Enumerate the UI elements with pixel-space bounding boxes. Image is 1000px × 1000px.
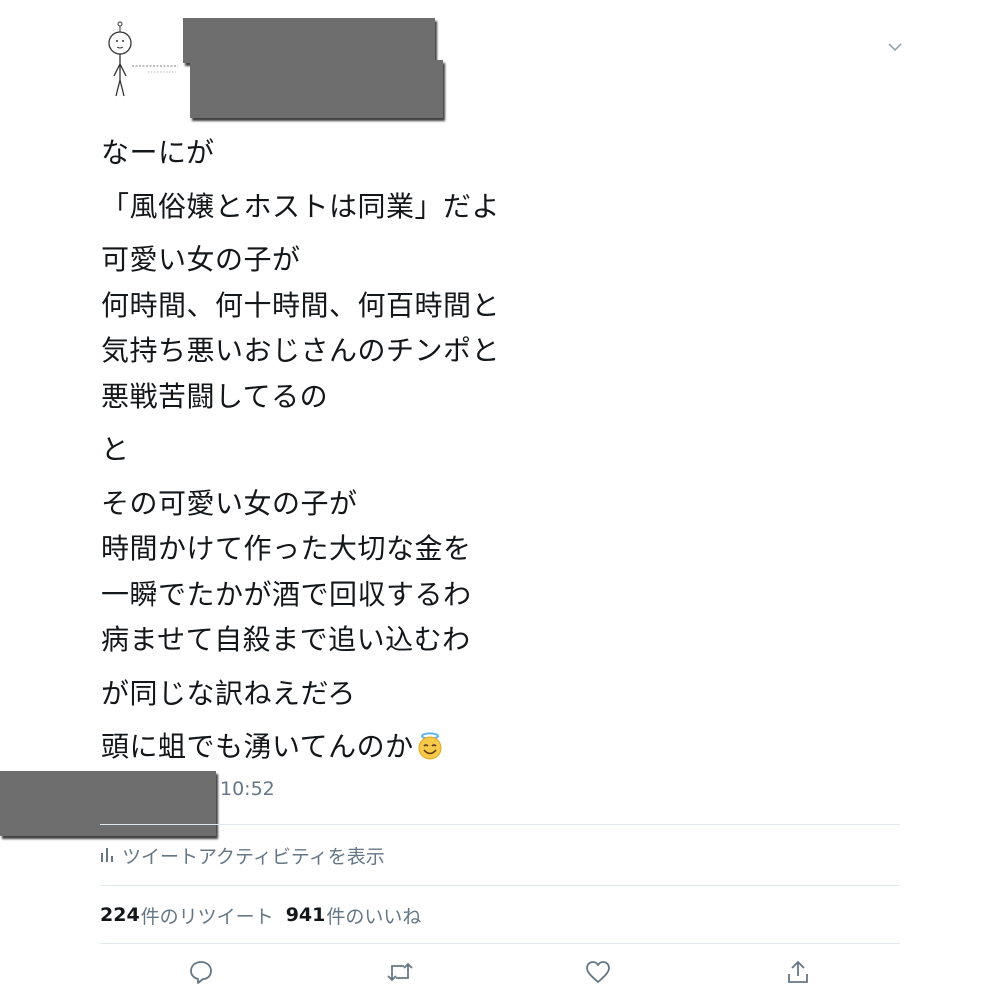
tweet-line-last: 頭に蛆でも湧いてんのか: [101, 724, 901, 770]
tweet-line: 気持ち悪いおじさんのチンポと: [101, 334, 501, 367]
reply-icon: [190, 961, 212, 984]
divider: [100, 824, 900, 825]
retweet-count[interactable]: 224: [100, 904, 140, 926]
tweet-line: 一瞬でたかが酒で回収するわ: [101, 577, 472, 611]
tweet-line: なーにが: [101, 136, 215, 169]
redacted-display-name: [183, 18, 435, 63]
tweet-line: 「風俗嬢とホストは同業」だよ: [101, 189, 501, 223]
retweet-button[interactable]: [386, 958, 414, 986]
divider: [100, 885, 900, 886]
retweet-icon: [387, 962, 413, 982]
tweet-activity-link[interactable]: ツイートアクティビティを表示: [100, 840, 385, 870]
chevron-down-icon[interactable]: [887, 38, 903, 52]
tweet-line: 時間かけて作った大切な金を: [101, 532, 472, 565]
tweet-text: なーにが 「風俗嬢とホストは同業」だよ 可愛い女の子が 何時間、何十時間、何百時…: [101, 130, 901, 778]
heart-icon: [586, 961, 610, 983]
analytics-icon: [101, 848, 113, 862]
engagement-stats: 224 件のリツイート 941 件のいいね: [100, 900, 421, 930]
reply-button[interactable]: [187, 958, 215, 986]
tweet-line: 可愛い女の子が: [101, 243, 301, 276]
tweet-activity-label: ツイートアクティビティを表示: [122, 845, 385, 868]
tweet-line: 病ませて自殺まで追い込むわ: [101, 623, 471, 656]
like-count[interactable]: 941: [286, 904, 326, 926]
divider: [100, 943, 900, 944]
tweet-paragraph: が同じな訳ねえだろ: [101, 671, 901, 717]
tweet-paragraph: と: [101, 427, 901, 473]
tweet-line: と: [101, 433, 130, 466]
redacted-date: [0, 771, 216, 836]
retweet-label[interactable]: 件のリツイート: [141, 902, 274, 929]
share-button[interactable]: [784, 958, 812, 986]
tweet-paragraph: その可愛い女の子が 時間かけて作った大切な金を 一瞬でたかが酒で回収するわ 病ま…: [101, 481, 901, 663]
tweet-detail: なーにが 「風俗嬢とホストは同業」だよ 可愛い女の子が 何時間、何十時間、何百時…: [0, 0, 1000, 1000]
tweet-line: 何時間、何十時間、何百時間と: [101, 288, 501, 322]
tweet-paragraph: 頭に蛆でも湧いてんのか: [101, 724, 901, 770]
share-icon: [788, 960, 808, 983]
like-label[interactable]: 件のいいね: [326, 902, 421, 929]
tweet-paragraph: 「風俗嬢とホストは同業」だよ: [101, 184, 901, 230]
tweet-line: その可愛い女の子が: [101, 486, 358, 520]
avatar[interactable]: [100, 20, 180, 110]
tweet-line: が同じな訳ねえだろ: [101, 676, 356, 710]
tweet-line-text: 頭に蛆でも湧いてんのか: [101, 730, 414, 763]
tweet-paragraph: 可愛い女の子が 何時間、何十時間、何百時間と 気持ち悪いおじさんのチンポと 悪戦…: [101, 237, 901, 419]
redacted-username: [190, 60, 443, 118]
tweet-time: 10:52: [220, 778, 275, 800]
smiling-face-with-halo-icon: [416, 728, 444, 760]
like-button[interactable]: [584, 958, 612, 986]
tweet-paragraph: なーにが: [101, 130, 901, 176]
tweet-line: 悪戦苦闘してるの: [101, 379, 329, 413]
